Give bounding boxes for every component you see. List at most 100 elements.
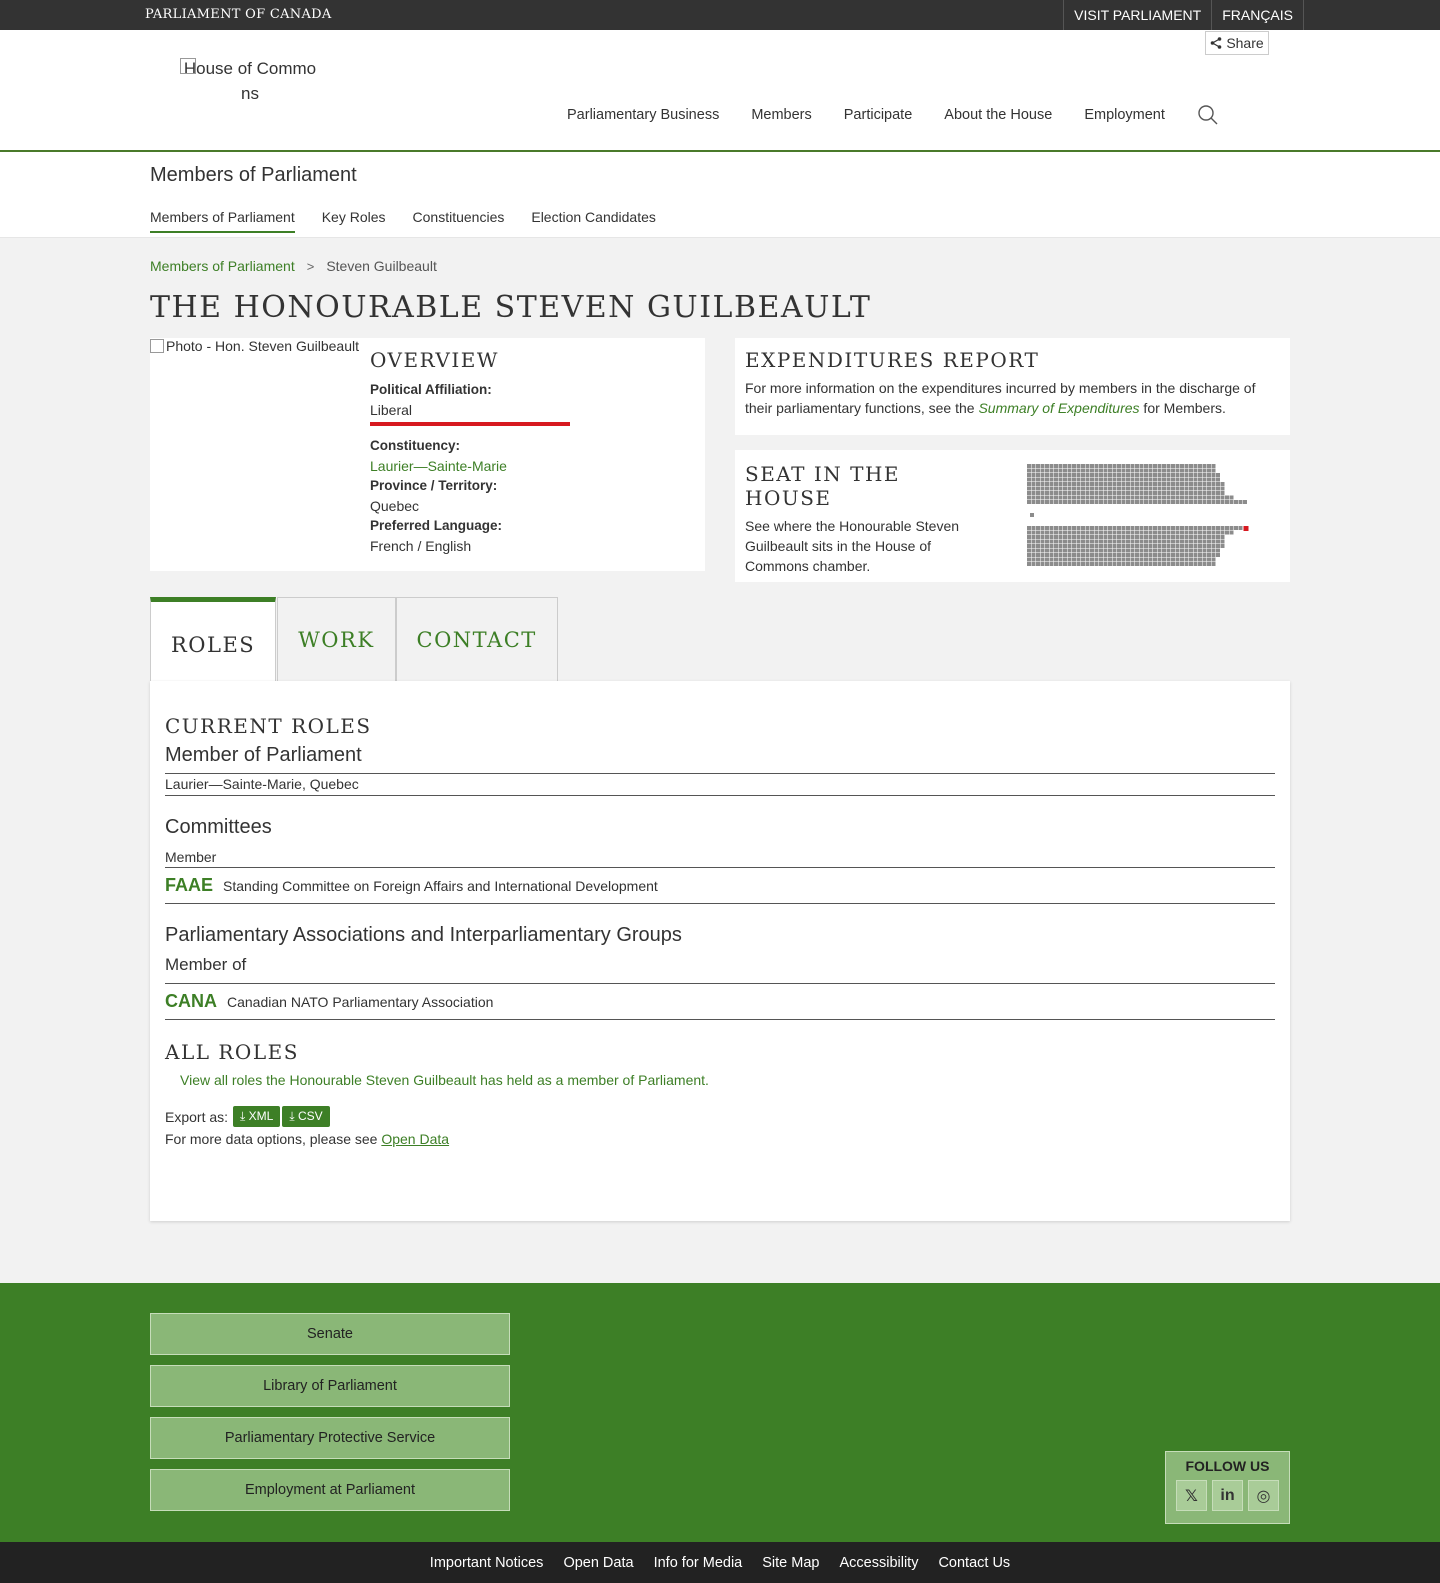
seat bbox=[1148, 548, 1153, 553]
seat bbox=[1076, 473, 1081, 477]
nav-about-the-house[interactable]: About the House bbox=[944, 107, 1052, 123]
seat bbox=[1094, 482, 1099, 486]
nav-employment[interactable]: Employment bbox=[1084, 107, 1165, 123]
seat bbox=[1184, 468, 1189, 473]
seat bbox=[1081, 557, 1085, 562]
instagram-icon[interactable]: ◎ bbox=[1248, 1480, 1279, 1511]
subnav-election-candidates[interactable]: Election Candidates bbox=[531, 209, 656, 233]
seat bbox=[1211, 495, 1216, 500]
seat bbox=[1166, 526, 1171, 530]
seat bbox=[1076, 468, 1081, 473]
language-toggle-link[interactable]: FRANÇAIS bbox=[1211, 0, 1304, 30]
subnav-members-of-parliament[interactable]: Members of Parliament bbox=[150, 209, 295, 233]
seat bbox=[1243, 500, 1247, 504]
site-map-link[interactable]: Site Map bbox=[762, 1555, 819, 1571]
seat bbox=[1045, 495, 1049, 500]
info-for-media-link[interactable]: Info for Media bbox=[654, 1555, 743, 1571]
seat bbox=[1220, 535, 1225, 539]
seat bbox=[1072, 526, 1076, 530]
seat bbox=[1148, 491, 1153, 495]
subnav-constituencies[interactable]: Constituencies bbox=[413, 209, 505, 233]
tab-work[interactable]: WORK bbox=[277, 597, 396, 681]
seating-chart[interactable] bbox=[1027, 464, 1257, 570]
seat bbox=[1067, 539, 1072, 544]
seat bbox=[1076, 535, 1081, 539]
subnav-key-roles[interactable]: Key Roles bbox=[322, 209, 386, 233]
seat bbox=[1058, 473, 1063, 477]
seat bbox=[1184, 491, 1189, 495]
seat bbox=[1108, 486, 1112, 491]
association-row[interactable]: CANA Canadian NATO Parliamentary Associa… bbox=[165, 983, 1275, 1020]
seat bbox=[1184, 535, 1189, 539]
seat bbox=[1166, 482, 1171, 486]
seat bbox=[1031, 526, 1036, 530]
seat bbox=[1099, 482, 1103, 486]
seat bbox=[1054, 544, 1058, 548]
breadcrumb-parent[interactable]: Members of Parliament bbox=[150, 258, 295, 274]
x-icon[interactable]: 𝕏 bbox=[1176, 1480, 1207, 1511]
seat bbox=[1067, 468, 1072, 473]
export-xml-button[interactable]: ⤓ XML bbox=[233, 1106, 281, 1127]
nav-parliamentary-business[interactable]: Parliamentary Business bbox=[567, 107, 719, 123]
contact-us-link[interactable]: Contact Us bbox=[938, 1555, 1010, 1571]
share-button[interactable]: Share bbox=[1205, 31, 1269, 55]
seat bbox=[1103, 539, 1108, 544]
seat bbox=[1207, 500, 1211, 504]
visit-parliament-link[interactable]: VISIT PARLIAMENT bbox=[1063, 0, 1211, 30]
member-seat-highlight[interactable] bbox=[1243, 526, 1249, 531]
seat bbox=[1063, 482, 1067, 486]
seat bbox=[1220, 526, 1225, 530]
seat bbox=[1090, 495, 1094, 500]
seat bbox=[1157, 539, 1162, 544]
seat bbox=[1036, 500, 1040, 504]
footer-employment-link[interactable]: Employment at Parliament bbox=[150, 1469, 510, 1511]
seat bbox=[1193, 535, 1198, 539]
seat bbox=[1085, 557, 1090, 562]
seat bbox=[1049, 473, 1054, 477]
seat bbox=[1027, 548, 1031, 553]
open-data-link[interactable]: Open Data bbox=[381, 1131, 449, 1147]
open-data-footer-link[interactable]: Open Data bbox=[563, 1555, 633, 1571]
seat bbox=[1112, 535, 1117, 539]
nav-participate[interactable]: Participate bbox=[844, 107, 913, 123]
overview-card: Photo - Hon. Steven Guilbeault OVERVIEW … bbox=[150, 338, 705, 571]
seat bbox=[1117, 562, 1121, 566]
seat bbox=[1045, 562, 1049, 566]
seat bbox=[1153, 495, 1157, 500]
seat bbox=[1099, 468, 1103, 473]
seat bbox=[1166, 477, 1171, 482]
accessibility-link[interactable]: Accessibility bbox=[839, 1555, 918, 1571]
tab-contact[interactable]: CONTACT bbox=[395, 597, 558, 681]
committee-row[interactable]: FAAE Standing Committee on Foreign Affai… bbox=[165, 867, 1275, 904]
seat bbox=[1216, 530, 1220, 535]
footer-protective-service-link[interactable]: Parliamentary Protective Service bbox=[150, 1417, 510, 1459]
seat bbox=[1135, 530, 1139, 535]
nav-members[interactable]: Members bbox=[751, 107, 811, 123]
seat bbox=[1085, 530, 1090, 535]
view-all-roles-link[interactable]: View all roles the Honourable Steven Gui… bbox=[180, 1072, 1275, 1088]
footer-library-link[interactable]: Library of Parliament bbox=[150, 1365, 510, 1407]
seat bbox=[1103, 526, 1108, 530]
seat bbox=[1162, 548, 1166, 553]
footer-senate-link[interactable]: Senate bbox=[150, 1313, 510, 1355]
seat bbox=[1049, 477, 1054, 482]
seat bbox=[1058, 500, 1063, 504]
seat bbox=[1148, 530, 1153, 535]
seat bbox=[1036, 491, 1040, 495]
seat bbox=[1130, 486, 1135, 491]
seat bbox=[1180, 486, 1184, 491]
seat bbox=[1180, 526, 1184, 530]
important-notices-link[interactable]: Important Notices bbox=[430, 1555, 544, 1571]
search-icon[interactable] bbox=[1197, 104, 1219, 126]
seat bbox=[1175, 495, 1180, 500]
seat bbox=[1193, 477, 1198, 482]
constituency-link[interactable]: Laurier—Sainte-Marie bbox=[370, 456, 570, 476]
seat bbox=[1117, 535, 1121, 539]
tab-roles[interactable]: ROLES bbox=[150, 597, 277, 681]
summary-of-expenditures-link[interactable]: Summary of Expenditures bbox=[978, 400, 1139, 416]
linkedin-icon[interactable]: in bbox=[1212, 1480, 1243, 1511]
seat bbox=[1027, 482, 1031, 486]
house-of-commons-logo[interactable]: House of Commons bbox=[180, 56, 320, 106]
seat bbox=[1054, 539, 1058, 544]
export-csv-button[interactable]: ⤓ CSV bbox=[282, 1106, 330, 1127]
